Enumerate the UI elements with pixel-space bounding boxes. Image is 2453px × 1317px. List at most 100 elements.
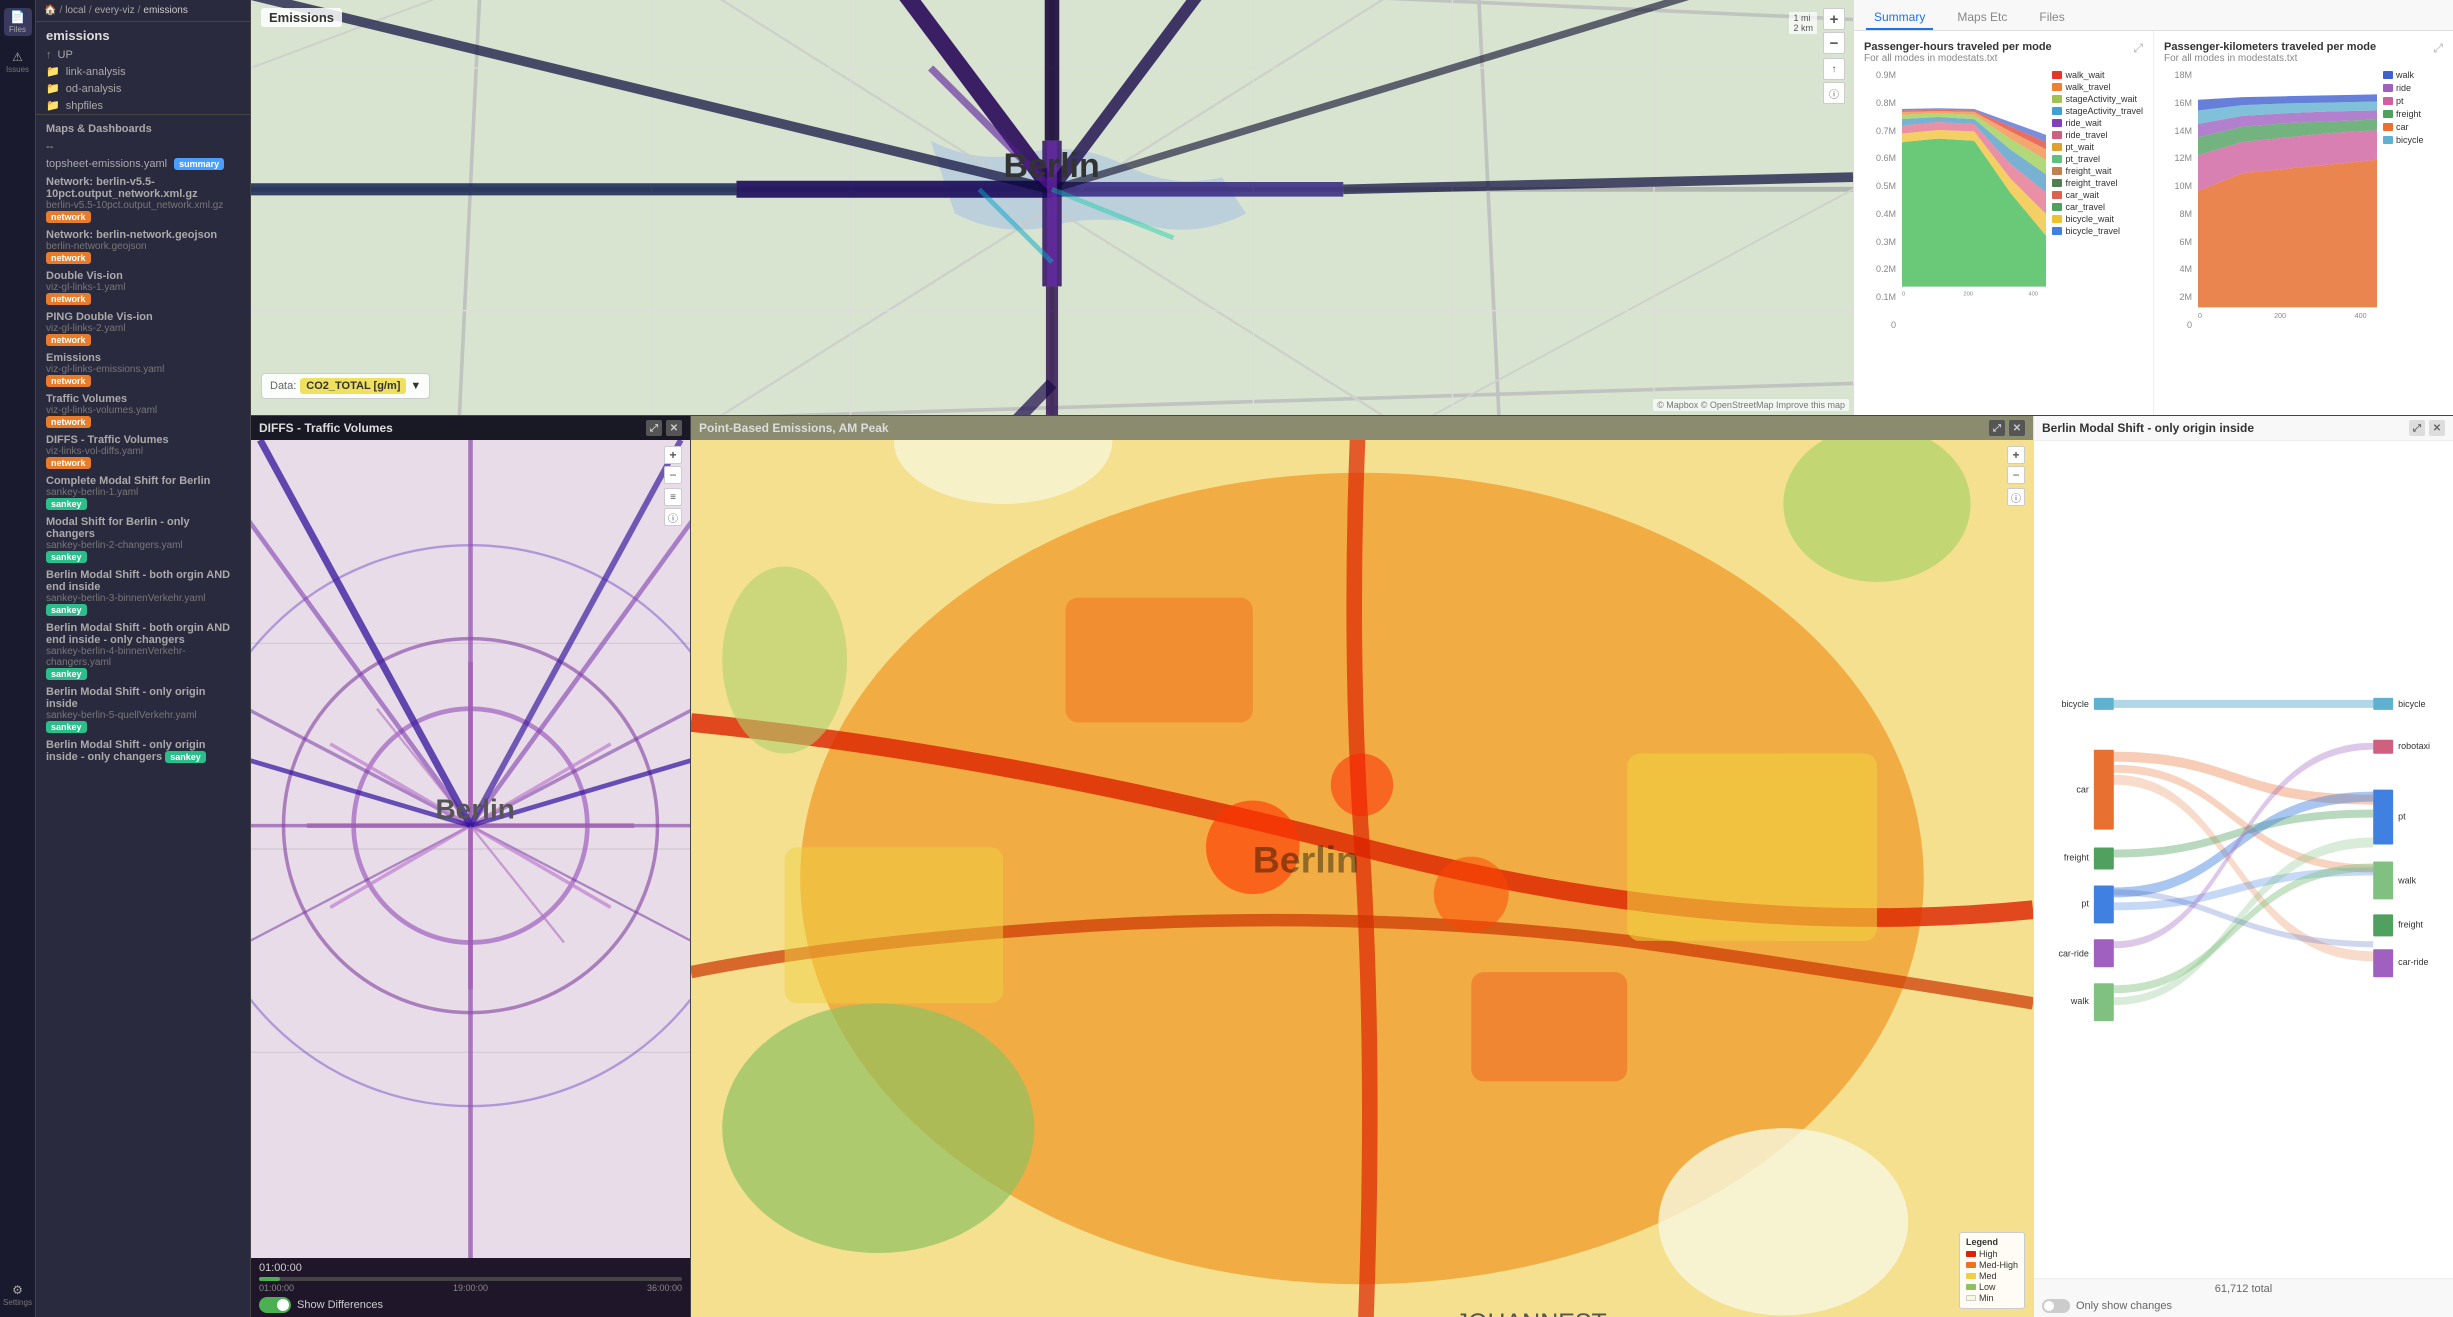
diffs-map-svg: Berlin Grunewald 1 mi 2 km — [251, 440, 690, 1258]
only-changes-toggle[interactable] — [2042, 1299, 2070, 1313]
tab-files[interactable]: Files — [2031, 6, 2072, 30]
nav-item-ping-vis[interactable]: PING Double Vis-ion viz-gl-links-2.yaml … — [36, 308, 250, 349]
close-btn-bl[interactable]: ✕ — [666, 420, 682, 436]
folder-title: emissions — [36, 22, 250, 47]
svg-text:JOHANNEST: JOHANNEST — [1456, 1309, 1607, 1317]
emissions-map-svg: Berlin JOHANNEST — [691, 440, 2033, 1317]
expand-btn-bl[interactable]: ⤢ — [646, 420, 662, 436]
zoom-in-em[interactable]: + — [2007, 446, 2025, 464]
chart-panel-hours: Passenger-hours traveled per mode For al… — [1854, 31, 2154, 415]
sidebar-icon-issues[interactable]: ⚠ Issues — [4, 48, 32, 76]
map-title: Emissions — [261, 8, 342, 27]
emissions-map-controls: + − ⓘ — [2007, 446, 2025, 506]
nav-item-sankey5[interactable]: Berlin Modal Shift - only origin inside … — [36, 683, 250, 736]
map-scale: 1 mi 2 km — [1789, 12, 1817, 34]
nav-item-network1[interactable]: Network: berlin-v5.5-10pct.output_networ… — [36, 173, 250, 226]
svg-text:Berlin: Berlin — [1253, 838, 1359, 880]
nav-item-sankey3[interactable]: Berlin Modal Shift - both orgin AND end … — [36, 566, 250, 619]
nav-item-emissions[interactable]: Emissions viz-gl-links-emissions.yaml ne… — [36, 349, 250, 390]
chart1-svg: 0 200 400 — [1902, 70, 2046, 330]
only-show-changes-control: Only show changes — [2042, 1299, 2445, 1313]
show-diff-toggle[interactable] — [259, 1297, 291, 1313]
sidebar-icon-settings[interactable]: ⚙ Settings — [4, 1281, 32, 1309]
info-button[interactable]: ⓘ — [1823, 82, 1845, 104]
timeline-labels: 01:00:00 19:00:00 36:00:00 — [259, 1283, 682, 1293]
compass-button[interactable]: ↑ — [1823, 58, 1845, 80]
filename-em: viz-gl-links-emissions.yaml — [46, 364, 240, 375]
home-icon[interactable]: 🏠 — [44, 5, 56, 16]
chart2-title: Passenger-kilometers traveled per mode — [2164, 41, 2376, 53]
badge-network6: network — [46, 416, 91, 428]
chart1-expand[interactable]: ⤢ — [2133, 41, 2143, 56]
diffs-map-controls: + − ≡ ⓘ — [664, 446, 682, 526]
folder-item-link-analysis[interactable]: 📁 link-analysis — [36, 63, 250, 80]
bottom-middle-panel: Point-Based Emissions, AM Peak ⤢ ✕ — [691, 416, 2033, 1317]
badge-sankey3: sankey — [46, 604, 87, 616]
nav-item-double-vis[interactable]: Double Vis-ion viz-gl-links-1.yaml netwo… — [36, 267, 250, 308]
bottom-left-title-bar: DIFFS - Traffic Volumes ⤢ ✕ — [251, 416, 690, 440]
filename-dv: viz-gl-links-1.yaml — [46, 282, 240, 293]
chart2-y-axis: 18M16M14M12M10M8M6M4M2M0 — [2164, 70, 2192, 330]
close-btn-mid[interactable]: ✕ — [2009, 420, 2025, 436]
charts-area: Passenger-hours traveled per mode For al… — [1854, 31, 2453, 415]
zoom-out-diffs[interactable]: − — [664, 466, 682, 484]
nav-item-dash[interactable]: -- — [36, 139, 250, 155]
chart1-subtitle: For all modes in modestats.txt — [1864, 53, 2052, 64]
chart-panel-km: Passenger-kilometers traveled per mode F… — [2154, 31, 2453, 415]
main-map: Berlin Ahrensfelde Grunewald Müggel Emis… — [251, 0, 1853, 415]
badge-sankey6: sankey — [165, 751, 206, 763]
nav-item-traffic-vol[interactable]: Traffic Volumes viz-gl-links-volumes.yam… — [36, 390, 250, 431]
files-icon: 📄 — [10, 10, 25, 24]
svg-text:bicycle: bicycle — [2061, 699, 2088, 709]
zoom-out-button[interactable]: − — [1823, 32, 1845, 54]
tab-summary[interactable]: Summary — [1866, 6, 1933, 30]
filename-s5: sankey-berlin-5-quellVerkehr.yaml — [46, 710, 240, 721]
maps-section-title: Maps & Dashboards — [36, 114, 250, 139]
folder-icon: 📁 — [46, 65, 60, 78]
tab-maps-etc[interactable]: Maps Etc — [1949, 6, 2015, 30]
diffs-map: Berlin Grunewald 1 mi 2 km + − ≡ ⓘ — [251, 440, 690, 1258]
settings-icon: ⚙ — [12, 1283, 23, 1297]
badge-network2: network — [46, 252, 91, 264]
chart2-expand[interactable]: ⤢ — [2433, 41, 2443, 56]
sankey-svg: bicycle car freight pt car-ride walk — [2034, 441, 2453, 1278]
nav-item-topsheet[interactable]: topsheet-emissions.yaml summary — [36, 155, 250, 173]
expand-btn-right[interactable]: ⤢ — [2409, 420, 2425, 436]
filename-s3: sankey-berlin-3-binnenVerkehr.yaml — [46, 593, 240, 604]
nav-item-sankey1[interactable]: Complete Modal Shift for Berlin sankey-b… — [36, 472, 250, 513]
zoom-in-button[interactable]: + — [1823, 8, 1845, 30]
nav-item-network2[interactable]: Network: berlin-network.geojson berlin-n… — [36, 226, 250, 267]
zoom-in-diffs[interactable]: + — [664, 446, 682, 464]
nav-item-sankey6[interactable]: Berlin Modal Shift - only origin inside … — [36, 736, 250, 766]
layers-diffs[interactable]: ≡ — [664, 488, 682, 506]
timeline-track[interactable] — [259, 1277, 682, 1281]
chart1-legend: walk_wait walk_travel stageActivity_wait… — [2052, 70, 2143, 350]
folder-item-up[interactable]: ↑ UP — [36, 47, 250, 63]
title-actions: ⤢ ✕ — [646, 420, 682, 436]
folder-item-shpfiles[interactable]: 📁 shpfiles — [36, 97, 250, 114]
svg-text:0: 0 — [1902, 291, 1905, 297]
zoom-out-em[interactable]: − — [2007, 466, 2025, 484]
svg-text:walk: walk — [2070, 996, 2089, 1006]
sankey-diagram: bicycle car freight pt car-ride walk — [2034, 441, 2453, 1278]
sidebar-icon-files[interactable]: 📄 Files — [4, 8, 32, 36]
title-actions-right: ⤢ ✕ — [2409, 420, 2445, 436]
sidebar-icon-bar: 📄 Files ⚠ Issues ⚙ Settings — [0, 0, 36, 1317]
issues-icon: ⚠ — [12, 50, 23, 64]
badge-network5: network — [46, 375, 91, 387]
chart2-svg: 0 200 400 — [2198, 70, 2377, 330]
svg-text:car-ride: car-ride — [2058, 948, 2088, 958]
nav-item-sankey2[interactable]: Modal Shift for Berlin - only changers s… — [36, 513, 250, 566]
bottom-mid-title-bar: Point-Based Emissions, AM Peak ⤢ ✕ — [691, 416, 2033, 440]
nav-item-diffs[interactable]: DIFFS - Traffic Volumes viz-links-vol-di… — [36, 431, 250, 472]
filename-network2: berlin-network.geojson — [46, 241, 240, 252]
data-selector[interactable]: Data: CO2_TOTAL [g/m] ▼ — [261, 373, 430, 399]
info-diffs[interactable]: ⓘ — [664, 508, 682, 526]
close-btn-right[interactable]: ✕ — [2429, 420, 2445, 436]
info-em[interactable]: ⓘ — [2007, 488, 2025, 506]
chart1-svg-container: 0 200 400 — [1902, 70, 2046, 350]
nav-item-sankey4[interactable]: Berlin Modal Shift - both orgin AND end … — [36, 619, 250, 683]
expand-btn-mid[interactable]: ⤢ — [1989, 420, 2005, 436]
folder-item-od-analysis[interactable]: 📁 od-analysis — [36, 80, 250, 97]
chart2-subtitle: For all modes in modestats.txt — [2164, 53, 2376, 64]
